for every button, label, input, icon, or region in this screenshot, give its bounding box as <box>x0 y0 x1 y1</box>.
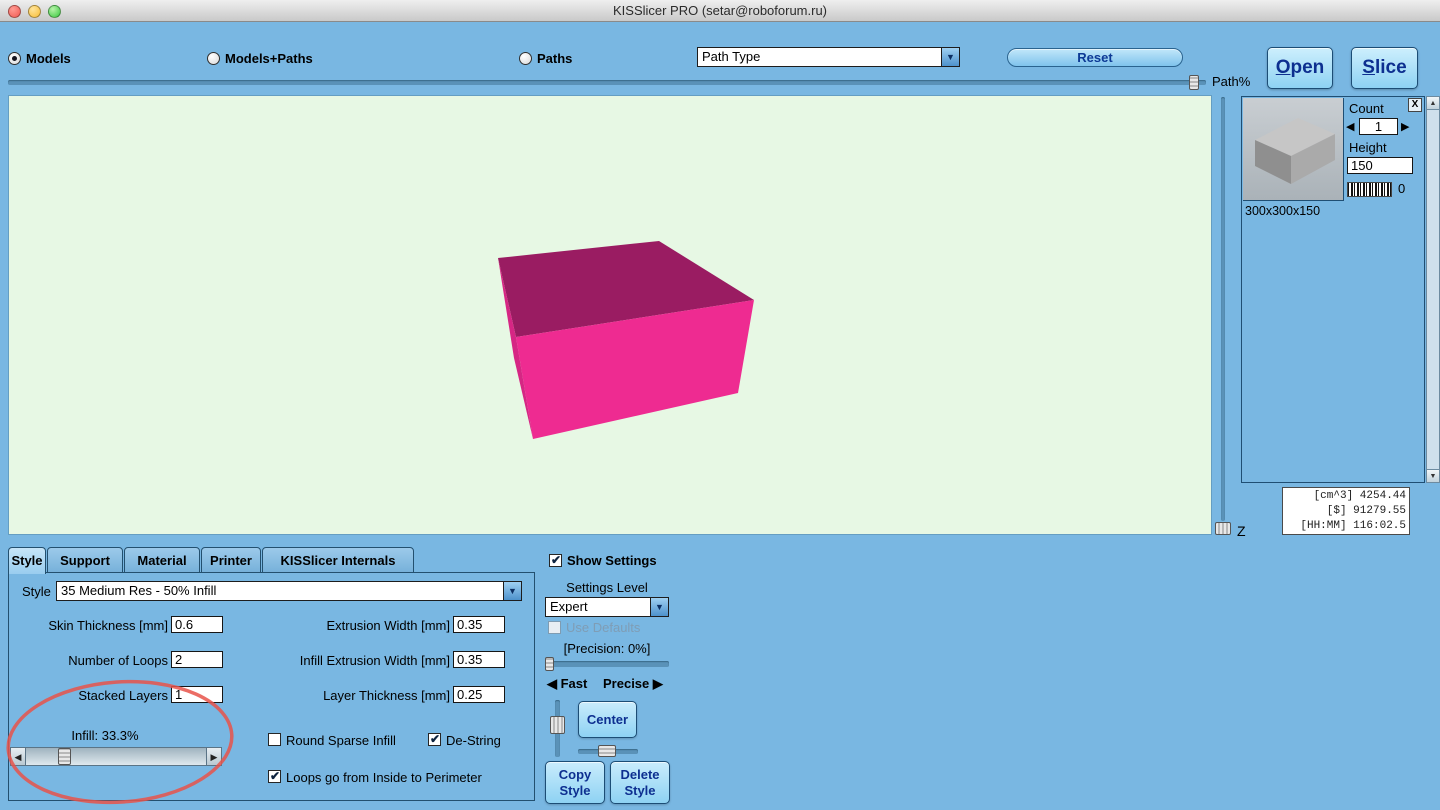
infill-extrusion-width-label: Infill Extrusion Width [mm] <box>272 653 450 668</box>
de-string-label: De-String <box>446 733 501 748</box>
loops-inside-to-perimeter-checkbox[interactable]: ✔ <box>268 770 281 783</box>
z-axis-label: Z <box>1237 523 1246 539</box>
infill-slider-right-icon[interactable]: ▶ <box>206 747 222 766</box>
path-percent-label: Path% <box>1212 74 1250 89</box>
count-decrement-icon[interactable]: ◀ <box>1346 120 1354 133</box>
settings-level-dropdown[interactable]: Expert ▼ <box>545 597 669 617</box>
precise-label: Precise ▶ <box>603 676 663 692</box>
stat-cost: [$] 91279.55 <box>1286 504 1406 519</box>
radio-dot <box>12 56 17 61</box>
chevron-down-icon[interactable]: ▼ <box>503 582 521 600</box>
tab-kisslicer-internals[interactable]: KISSlicer Internals <box>262 547 414 573</box>
model-thumbnail[interactable] <box>1243 98 1344 201</box>
model-list-panel <box>1241 96 1425 483</box>
model-list-scrollbar[interactable]: ▲ ▼ <box>1426 96 1440 483</box>
center-button[interactable]: Center <box>578 701 637 738</box>
tab-printer[interactable]: Printer <box>201 547 261 573</box>
round-sparse-infill-label: Round Sparse Infill <box>286 733 396 748</box>
number-of-loops-input[interactable] <box>171 651 223 668</box>
count-input[interactable] <box>1359 118 1398 135</box>
settings-level-value: Expert <box>550 598 588 616</box>
de-string-checkbox[interactable]: ✔ <box>428 733 441 746</box>
radio-models[interactable] <box>8 52 21 65</box>
extrusion-width-label: Extrusion Width [mm] <box>272 618 450 633</box>
precision-slider[interactable] <box>545 661 669 667</box>
stat-time: [HH:MM] 116:02.5 <box>1286 519 1406 534</box>
model-3d <box>9 96 1211 534</box>
remove-model-button[interactable]: X <box>1408 98 1422 112</box>
skin-thickness-input[interactable] <box>171 616 223 633</box>
infill-percent-label: Infill: 33.3% <box>30 728 180 743</box>
extrusion-width-input[interactable] <box>453 616 505 633</box>
chevron-down-icon[interactable]: ▼ <box>650 598 668 616</box>
round-sparse-infill-checkbox[interactable] <box>268 733 281 746</box>
infill-slider[interactable] <box>10 747 222 766</box>
check-icon: ✔ <box>551 553 561 567</box>
barcode-icon[interactable] <box>1347 182 1392 197</box>
path-type-value: Path Type <box>702 48 760 66</box>
loops-inside-to-perimeter-label: Loops go from Inside to Perimeter <box>286 770 482 785</box>
tab-support[interactable]: Support <box>47 547 123 573</box>
fast-label: ◀ Fast <box>547 676 587 692</box>
radio-models-label: Models <box>26 51 71 66</box>
infill-slider-left-icon[interactable]: ◀ <box>10 747 26 766</box>
count-increment-icon[interactable]: ▶ <box>1401 120 1409 133</box>
kisslicer-window: KISSlicer PRO (setar@roboforum.ru) Model… <box>0 0 1440 810</box>
model-thumbnail-image <box>1243 98 1342 199</box>
stacked-layers-input[interactable] <box>171 686 223 703</box>
chevron-down-icon[interactable]: ▼ <box>941 48 959 66</box>
tab-style[interactable]: Style <box>8 547 46 574</box>
height-label: Height <box>1349 140 1387 155</box>
printer-dimensions-label: 300x300x150 <box>1245 204 1320 218</box>
style-label: Style <box>22 584 51 599</box>
slice-button[interactable]: Slice <box>1351 47 1418 89</box>
copy-style-button[interactable]: Copy Style <box>545 761 605 804</box>
check-icon: ✔ <box>430 732 440 746</box>
use-defaults-checkbox <box>548 621 561 634</box>
settings-level-label: Settings Level <box>545 580 669 595</box>
show-settings-checkbox[interactable]: ✔ <box>549 554 562 567</box>
precision-slider-handle[interactable] <box>545 657 554 671</box>
path-type-dropdown[interactable]: Path Type ▼ <box>697 47 960 67</box>
style-dropdown-value: 35 Medium Res - 50% Infill <box>61 582 216 600</box>
z-slider-handle[interactable] <box>1215 522 1231 535</box>
count-label: Count <box>1349 101 1384 116</box>
path-percent-slider-handle[interactable] <box>1189 75 1199 90</box>
radio-paths-label: Paths <box>537 51 572 66</box>
horizontal-adjust-slider-handle[interactable] <box>598 745 616 757</box>
number-of-loops-label: Number of Loops <box>8 653 168 668</box>
barcode-value: 0 <box>1398 181 1405 196</box>
layer-thickness-label: Layer Thickness [mm] <box>272 688 450 703</box>
height-input[interactable] <box>1347 157 1413 174</box>
stat-volume: [cm^3] 4254.44 <box>1286 489 1406 504</box>
path-percent-slider[interactable] <box>8 80 1206 85</box>
viewport-3d[interactable] <box>8 95 1212 535</box>
style-dropdown[interactable]: 35 Medium Res - 50% Infill ▼ <box>56 581 522 601</box>
layer-thickness-input[interactable] <box>453 686 505 703</box>
stacked-layers-label: Stacked Layers <box>8 688 168 703</box>
z-slider[interactable] <box>1221 97 1225 521</box>
infill-extrusion-width-input[interactable] <box>453 651 505 668</box>
estimate-stats: [cm^3] 4254.44 [$] 91279.55 [HH:MM] 116:… <box>1282 487 1410 535</box>
open-button[interactable]: Open <box>1267 47 1333 89</box>
window-title: KISSlicer PRO (setar@roboforum.ru) <box>0 0 1440 22</box>
radio-paths[interactable] <box>519 52 532 65</box>
reset-button[interactable]: Reset <box>1007 48 1183 67</box>
titlebar: KISSlicer PRO (setar@roboforum.ru) <box>0 0 1440 22</box>
vertical-adjust-slider-handle[interactable] <box>550 716 565 734</box>
tab-material[interactable]: Material <box>124 547 200 573</box>
delete-style-button[interactable]: Delete Style <box>610 761 670 804</box>
radio-models-paths[interactable] <box>207 52 220 65</box>
check-icon: ✔ <box>270 769 280 783</box>
infill-slider-handle[interactable] <box>58 748 71 765</box>
skin-thickness-label: Skin Thickness [mm] <box>8 618 168 633</box>
use-defaults-label: Use Defaults <box>566 620 640 635</box>
scroll-down-icon[interactable]: ▼ <box>1427 469 1439 482</box>
radio-models-paths-label: Models+Paths <box>225 51 313 66</box>
show-settings-label: Show Settings <box>567 553 657 568</box>
scroll-up-icon[interactable]: ▲ <box>1427 97 1439 110</box>
precision-label: [Precision: 0%] <box>545 641 669 656</box>
